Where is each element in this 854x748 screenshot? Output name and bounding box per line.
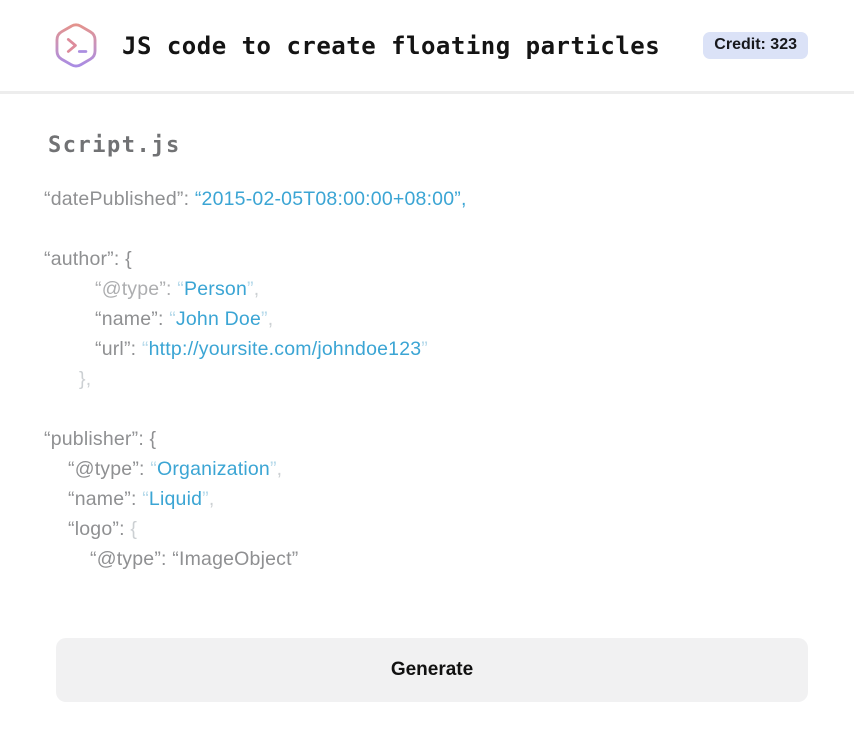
code-line: “name”: “Liquid”, [68,488,215,510]
code-block: “datePublished”: “2015-02-05T08:00:00+08… [44,184,808,574]
terminal-prompt-hexagon-icon [54,21,98,71]
code-line: “logo”: { [68,518,138,540]
code-line: “publisher”: { [44,428,157,450]
code-line: “@type”: “Organization”, [68,458,283,480]
code-line: “url”: “http://yoursite.com/johndoe123” [95,338,428,360]
code-line: “name”: “John Doe”, [95,308,274,330]
file-name-heading: Script.js [48,133,181,158]
code-line: “@type”: “ImageObject” [90,548,299,570]
generate-button[interactable]: Generate [56,638,808,702]
page-title: JS code to create floating particles [122,31,661,60]
credit-badge: Credit: 323 [703,32,808,59]
app-header: JS code to create floating particles Cre… [0,0,854,94]
code-line: }, [79,368,92,390]
main-content: Script.js “datePublished”: “2015-02-05T0… [0,133,854,574]
code-line: “datePublished”: “2015-02-05T08:00:00+08… [44,188,467,210]
code-line: “@type”: “Person”, [95,278,260,300]
code-line: “author”: { [44,248,132,270]
